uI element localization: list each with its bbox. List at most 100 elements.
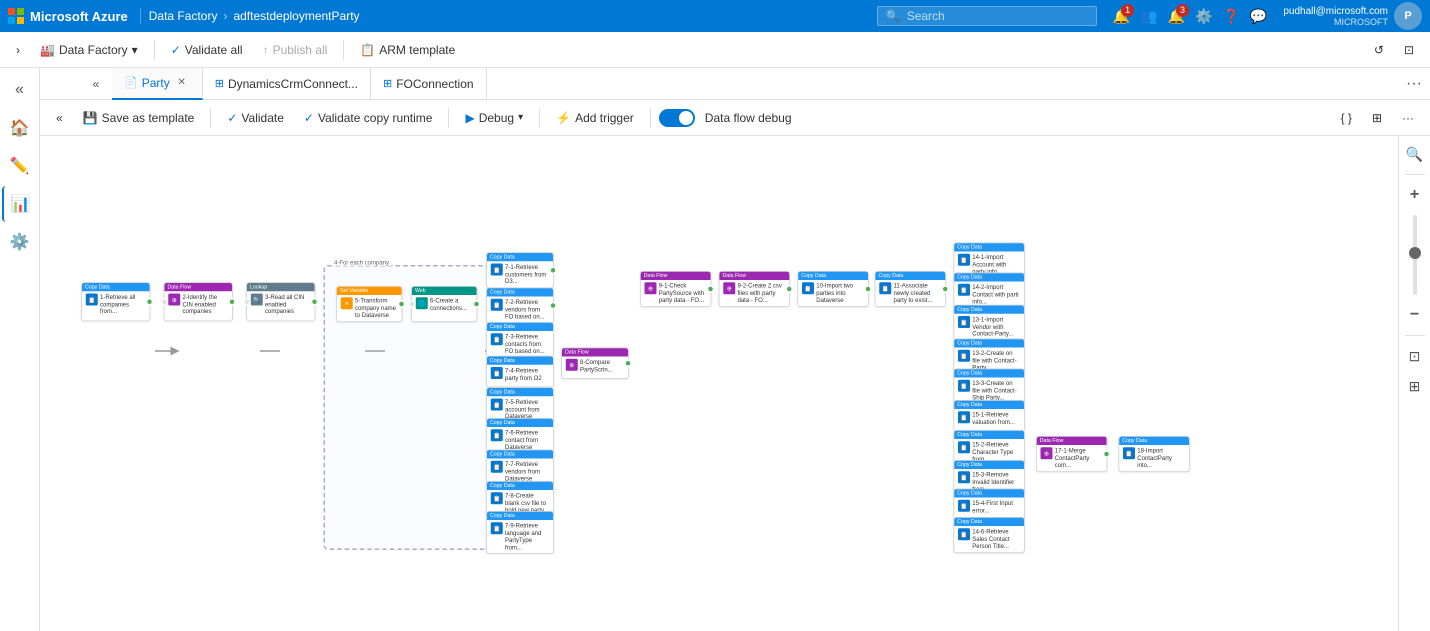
params-btn[interactable]: ⊞ (1364, 107, 1390, 129)
node-imp-vendor1[interactable]: Copy Data 📋 13-1-Import Vendor with Cont… (954, 305, 1025, 341)
node-icon: 📋 (802, 282, 814, 294)
debug-dropdown[interactable]: ▾ (518, 112, 523, 123)
settings-icon[interactable]: ⚙️ (1195, 8, 1212, 25)
add-trigger-btn[interactable]: ⚡ Add trigger (548, 107, 642, 129)
sidebar-toggle[interactable]: « (2, 72, 38, 108)
tab-more-btn[interactable]: ··· (1398, 75, 1430, 93)
node-body: 📋 15-4-First Input error... (954, 498, 1024, 517)
node-transform[interactable]: Set Variable ≡ 5-Transform company name … (336, 286, 402, 322)
node-header: Copy Data (487, 388, 553, 396)
dataflow-debug-toggle[interactable] (659, 109, 695, 127)
node-sales-contact[interactable]: Copy Data 📋 14-6-Retrieve Sales Contact … (954, 517, 1025, 553)
feedback-icon[interactable]: 💬 (1250, 8, 1267, 25)
node-body: 📋 7-9-Retrieve language and PartyType fr… (487, 520, 553, 553)
node-icon: 📋 (491, 522, 503, 534)
tab-party[interactable]: 📄 Party ✕ (112, 68, 203, 100)
node-icon: 🔍 (251, 294, 263, 306)
node-copy-7-2[interactable]: Copy Data 📋 7-2-Retrieve vendors from FO… (486, 288, 554, 324)
debug-btn[interactable]: ▶ Debug ▾ (457, 107, 531, 129)
notifications-icon[interactable]: 🔔 1 (1113, 8, 1130, 25)
validate-icon: ✓ (227, 111, 237, 125)
fit-view-btn[interactable]: ⊡ (1401, 342, 1429, 370)
node-create-conn[interactable]: Web 🌐 6-Create a connections... (411, 286, 477, 322)
pipeline-canvas[interactable]: Copy Data 📋 1-Retrieve all companies fro… (40, 136, 1398, 631)
zoom-slider[interactable] (1413, 215, 1417, 295)
node-lookup[interactable]: Lookup 🔍 3-Read all CIN enabled companie… (246, 282, 315, 321)
node-header: Copy Data (798, 272, 868, 280)
app-logo[interactable]: Microsoft Azure (8, 8, 141, 24)
zoom-search-btn[interactable]: 🔍 (1401, 140, 1429, 168)
toolbar-collapse-btn[interactable]: › (8, 39, 28, 61)
node-header: Copy Data (82, 283, 150, 291)
node-label: 8-Compare PartyScrin... (580, 359, 624, 373)
save-template-btn[interactable]: 💾 Save as template (75, 107, 203, 129)
breadcrumb-datafactory[interactable]: Data Factory (149, 9, 218, 23)
publish-all-btn[interactable]: ↑ Publish all (255, 39, 336, 61)
node-import-parties[interactable]: Copy Data 📋 10-Import two parties into D… (798, 271, 869, 307)
help-icon[interactable]: ❓ (1222, 8, 1239, 25)
zoom-thumb (1409, 247, 1421, 259)
zoom-out-btn[interactable]: − (1401, 301, 1429, 329)
node-import-contactparty[interactable]: Copy Data 📋 18-Import ContactParty into.… (1119, 436, 1190, 472)
collapse-panel-btn[interactable]: « (48, 107, 71, 129)
node-copy-7-3[interactable]: Copy Data 📋 7-3-Retrieve contacts from F… (486, 322, 554, 358)
node-copy-7-4[interactable]: Copy Data 📋 7-4-Retrieve party from O2 (486, 356, 554, 388)
node-body: 📋 7-1-Retrieve customers from D3... (487, 261, 553, 287)
refresh-btn[interactable]: ↺ (1366, 39, 1392, 61)
alerts-icon[interactable]: 🔔 3 (1168, 8, 1185, 25)
node-label: 18-Import ContactParty into... (1137, 447, 1185, 469)
node-associate-party[interactable]: Copy Data 📋 11-Associate newly created p… (875, 271, 946, 307)
breadcrumb-pipeline[interactable]: adftestdeploymentParty (233, 9, 359, 23)
tab-expand-btn[interactable]: « (80, 68, 112, 100)
node-merge[interactable]: Data Flow ⊕ 17-1-Merge ContactParty com.… (1036, 436, 1107, 472)
toolbar-sep-1 (154, 40, 155, 60)
node-copy-7-7[interactable]: Copy Data 📋 7-7-Retrieve vendors from Da… (486, 450, 554, 486)
node-retrieve-val[interactable]: Copy Data 📋 15-1-Retrieve valuation from… (954, 400, 1025, 432)
rt-sep-2 (1405, 335, 1425, 336)
node-identify-cin[interactable]: Data Flow ⊕ 2-Identify the CIN enabled c… (164, 282, 233, 321)
node-retrieve-companies[interactable]: Copy Data 📋 1-Retrieve all companies fro… (81, 282, 150, 321)
people-icon[interactable]: 👥 (1140, 8, 1157, 25)
tab-party-icon: 📄 (124, 76, 138, 89)
tab-dynamics[interactable]: ⊞ DynamicsCrmConnect... (203, 68, 371, 100)
validate-btn[interactable]: ✓ Validate (219, 107, 292, 129)
sidebar-monitor[interactable]: 📊 (2, 186, 38, 222)
chevron-icon: › (16, 43, 20, 57)
more-icon: ⊡ (1404, 43, 1414, 57)
node-copy-7-1[interactable]: Copy Data 📋 7-1-Retrieve customers from … (486, 252, 554, 288)
node-compare[interactable]: Data Flow ⊕ 8-Compare PartyScrin... (561, 348, 629, 380)
datafactory-label: Data Factory (59, 43, 128, 57)
node-first-input[interactable]: Copy Data 📋 15-4-First Input error... (954, 489, 1025, 521)
tab-party-close[interactable]: ✕ (174, 75, 190, 91)
toolbar-datafactory-btn[interactable]: 🏭 Data Factory ▾ (32, 39, 146, 61)
validate-all-btn[interactable]: ✓ Validate all (163, 39, 251, 61)
node-header: Web (412, 287, 477, 295)
validate-copy-btn[interactable]: ✓ Validate copy runtime (296, 107, 441, 129)
node-import-contact[interactable]: Copy Data 📋 14-2-Import Contact with par… (954, 273, 1025, 309)
tab-foconnection[interactable]: ⊞ FOConnection (371, 68, 487, 100)
search-input[interactable] (907, 9, 1088, 23)
sidebar-author[interactable]: ✏️ (2, 148, 38, 184)
node-header: Copy Data (487, 323, 553, 331)
node-check-party[interactable]: Data Flow ⊕ 9-1-Check PartySource with p… (640, 271, 711, 307)
pipeline-more-btn[interactable]: ··· (1394, 107, 1422, 129)
node-icon: 🌐 (416, 297, 428, 309)
search-box[interactable]: 🔍 (877, 6, 1097, 26)
node-copy-7-9[interactable]: Copy Data 📋 7-9-Retrieve language and Pa… (486, 511, 554, 554)
code-btn[interactable]: { } (1333, 107, 1360, 129)
canvas-area: Copy Data 📋 1-Retrieve all companies fro… (40, 136, 1430, 631)
zoom-in-btn[interactable]: + (1401, 181, 1429, 209)
user-avatar[interactable]: P (1394, 2, 1422, 30)
fullscreen-btn[interactable]: ⊞ (1401, 372, 1429, 400)
node-icon: 📋 (86, 294, 98, 306)
pipeline-toolbar: « 💾 Save as template ✓ Validate ✓ Valida… (40, 100, 1430, 136)
sidebar-manage[interactable]: ⚙️ (2, 224, 38, 260)
node-copy-7-6[interactable]: Copy Data 📋 7-6-Retrieve contact from Da… (486, 418, 554, 454)
sidebar-home[interactable]: 🏠 (2, 110, 38, 146)
user-menu[interactable]: pudhall@microsoft.com MICROSOFT P (1283, 2, 1422, 30)
node-create-csv[interactable]: Data Flow ⊕ 9-2-Create 2 csv files with … (719, 271, 790, 307)
node-body: 📋 7-2-Retrieve vendors from FO based on.… (487, 297, 553, 323)
node-label: 15-4-First Input error... (972, 500, 1020, 514)
arm-template-btn[interactable]: 📋 ARM template (352, 39, 463, 61)
more-btn[interactable]: ⊡ (1396, 39, 1422, 61)
